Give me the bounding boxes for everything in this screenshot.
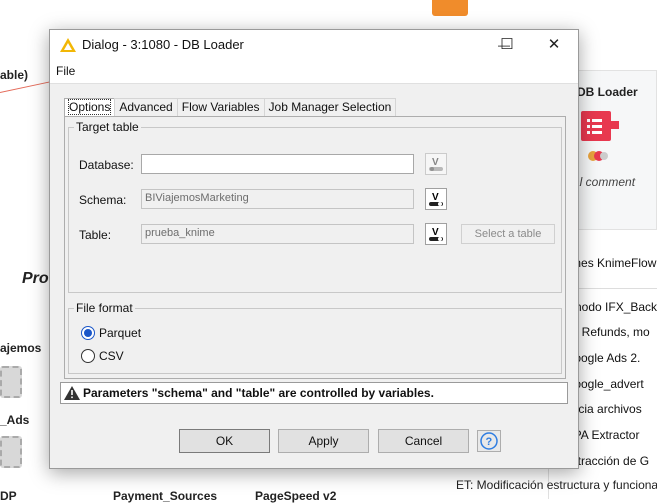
connection-line xyxy=(0,81,51,93)
target-table-legend: Target table xyxy=(74,120,141,134)
tab-label: Advanced xyxy=(119,100,173,114)
warning-message: Parameters "schema" and "table" are cont… xyxy=(83,386,434,400)
canvas-node-label: _Ads xyxy=(0,413,30,427)
canvas-node-label: Payment_Sources xyxy=(113,489,218,503)
database-variable-button[interactable]: V xyxy=(425,153,447,175)
canvas-node-slot[interactable] xyxy=(0,366,22,398)
schema-variable-button[interactable]: V xyxy=(425,188,447,210)
tab-label: Job Manager Selection xyxy=(268,100,392,114)
node-port-icon[interactable] xyxy=(611,121,619,129)
help-icon: ? xyxy=(480,432,498,450)
cancel-button[interactable]: Cancel xyxy=(378,429,469,453)
parquet-label[interactable]: Parquet xyxy=(99,326,141,340)
warning-bar: Parameters "schema" and "table" are cont… xyxy=(60,382,568,404)
warning-icon xyxy=(64,386,80,400)
db-loader-dialog: Dialog - 3:1080 - DB Loader — ☐ ✕ File O… xyxy=(49,29,579,469)
ok-button[interactable]: OK xyxy=(179,429,270,453)
canvas-node-slot[interactable] xyxy=(0,436,22,468)
title-bar[interactable]: Dialog - 3:1080 - DB Loader — ☐ ✕ xyxy=(50,30,578,60)
tab-label: Flow Variables xyxy=(181,100,260,114)
table-variable-button[interactable]: V xyxy=(425,223,447,245)
canvas-node-label: DP xyxy=(0,489,17,503)
canvas-text: able) xyxy=(0,68,29,82)
parquet-radio[interactable] xyxy=(81,326,95,340)
tab-advanced[interactable]: Advanced xyxy=(114,98,178,116)
maximize-button[interactable]: ☐ xyxy=(497,35,517,55)
table-input[interactable]: prueba_knime xyxy=(141,224,414,244)
svg-text:V: V xyxy=(432,157,439,168)
tab-bar: Options Advanced Flow Variables Job Mana… xyxy=(64,98,397,117)
db-loader-node-title: DB Loader xyxy=(577,85,638,99)
apply-button[interactable]: Apply xyxy=(278,429,369,453)
csv-label[interactable]: CSV xyxy=(99,349,124,363)
list-item[interactable]: ET: Modificación estructura y funciona xyxy=(456,478,657,492)
menu-file[interactable]: File xyxy=(56,64,75,78)
menu-bar: File xyxy=(50,60,578,84)
svg-text:?: ? xyxy=(486,436,493,448)
canvas-node-label: PageSpeed v2 xyxy=(255,489,337,503)
svg-text:V: V xyxy=(432,227,439,238)
schema-input[interactable]: BIViajemosMarketing xyxy=(141,189,414,209)
file-format-legend: File format xyxy=(74,301,135,315)
csv-radio[interactable] xyxy=(81,349,95,363)
tab-flow-variables[interactable]: Flow Variables xyxy=(176,98,265,116)
flow-variable-icon: V xyxy=(429,192,443,206)
knime-triangle-icon xyxy=(60,38,76,52)
flow-variable-icon: V xyxy=(429,227,443,241)
target-table-group: Target table Database: V Schema: BIViaje… xyxy=(68,120,562,293)
database-input[interactable] xyxy=(141,154,414,174)
svg-text:V: V xyxy=(432,192,439,203)
table-label: Table: xyxy=(79,228,112,242)
help-button[interactable]: ? xyxy=(477,430,501,452)
tab-options[interactable]: Options xyxy=(64,98,116,117)
tab-label: Options xyxy=(67,99,112,115)
options-panel: Target table Database: V Schema: BIViaje… xyxy=(64,116,566,379)
node-comment: al comment xyxy=(573,175,636,189)
file-format-group: File format Parquet CSV xyxy=(68,301,562,374)
select-table-button[interactable]: Select a table xyxy=(461,224,555,244)
flow-variable-icon: V xyxy=(429,157,443,171)
db-loader-node-icon[interactable] xyxy=(581,111,611,141)
canvas-node-label: ajemos xyxy=(0,341,42,355)
dialog-title: Dialog - 3:1080 - DB Loader xyxy=(82,37,244,52)
close-button[interactable]: ✕ xyxy=(544,35,564,55)
canvas-node-top xyxy=(432,0,468,16)
schema-label: Schema: xyxy=(79,193,127,207)
tab-job-manager-selection[interactable]: Job Manager Selection xyxy=(263,98,397,116)
node-status-icon xyxy=(587,149,609,161)
database-label: Database: xyxy=(79,158,134,172)
